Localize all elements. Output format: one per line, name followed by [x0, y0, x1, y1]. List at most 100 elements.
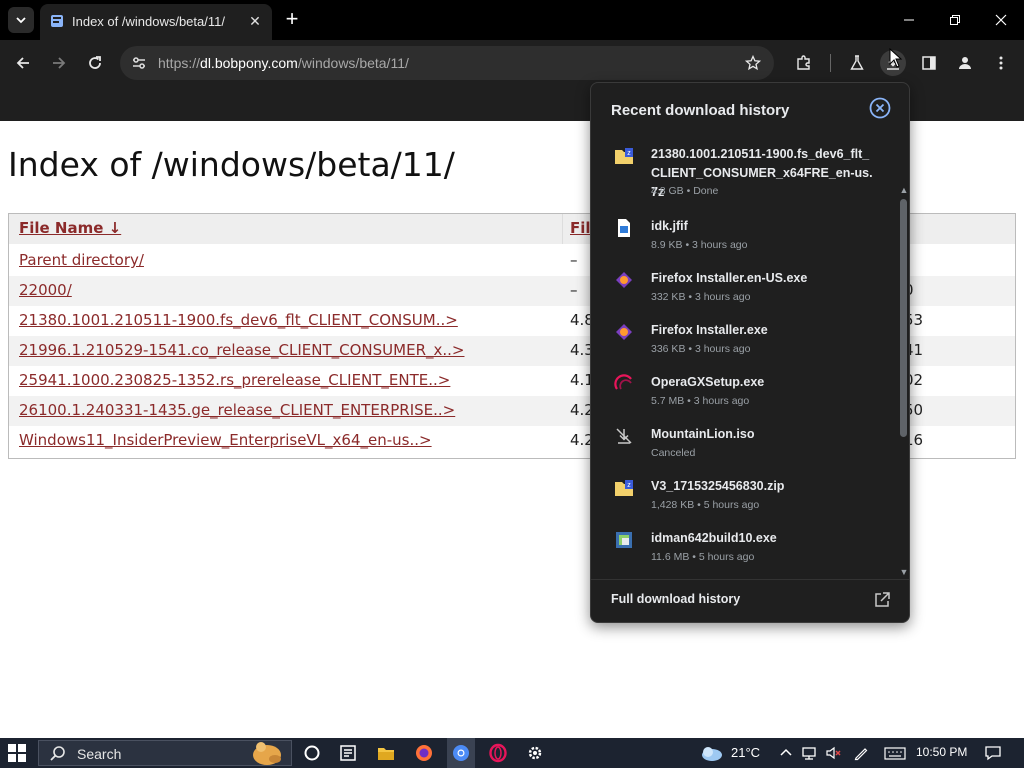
page-title: Index of /windows/beta/11/: [8, 145, 455, 184]
download-panel-title: Recent download history: [611, 102, 790, 119]
minimize-button[interactable]: [886, 6, 932, 34]
download-status: 8.9 KB • 3 hours ago: [651, 239, 748, 251]
taskbar-search-box[interactable]: Search: [38, 740, 292, 766]
column-header-file-size[interactable]: Fil: [570, 219, 591, 237]
chevron-down-icon: [16, 17, 26, 24]
download-item[interactable]: z 21380.1001.210511-1900.fs_dev6_flt_CLI…: [591, 141, 897, 199]
browser-toolbar: https://dl.bobpony.com/windows/beta/11/: [0, 40, 1024, 86]
toolbar-separator: [830, 54, 831, 72]
file-link[interactable]: 26100.1.240331-1435.ge_release_CLIENT_EN…: [19, 401, 455, 419]
tab-search-button[interactable]: [8, 7, 34, 33]
task-view-icon[interactable]: [302, 743, 322, 763]
download-status: 4.8 GB • Done: [651, 185, 719, 197]
download-item[interactable]: Firefox Installer.en-US.exe 332 KB • 3 h…: [591, 265, 897, 317]
menu-button[interactable]: [988, 50, 1014, 76]
chrome-icon[interactable]: [451, 743, 471, 763]
site-info-button[interactable]: [128, 52, 150, 74]
page-favicon-icon: [51, 15, 63, 27]
forward-button[interactable]: [44, 48, 74, 78]
scroll-thumb[interactable]: [900, 199, 907, 437]
download-item[interactable]: idman642build10.exe 11.6 MB • 5 hours ag…: [591, 525, 897, 577]
tab-close-icon[interactable]: ✕: [246, 12, 264, 30]
download-status: 5.7 MB • 3 hours ago: [651, 395, 750, 407]
column-header-file-name[interactable]: File Name ↓: [19, 219, 121, 237]
download-file-name: OperaGXSetup.exe: [651, 375, 765, 389]
scroll-up-arrow-icon[interactable]: ▲: [899, 185, 909, 195]
file-link[interactable]: Windows11_InsiderPreview_EnterpriseVL_x6…: [19, 431, 432, 449]
scroll-down-arrow-icon[interactable]: ▼: [899, 567, 909, 577]
weather-cloud-icon[interactable]: [698, 743, 724, 763]
file-link[interactable]: 22000/: [19, 281, 72, 299]
settings-gear-icon[interactable]: [525, 743, 545, 763]
extensions-button[interactable]: [791, 50, 817, 76]
firefox-icon[interactable]: [414, 743, 434, 763]
bookmark-star-button[interactable]: [742, 52, 764, 74]
firefox-installer-icon: [616, 272, 632, 288]
network-icon[interactable]: [801, 745, 817, 761]
opera-icon[interactable]: [488, 743, 508, 763]
download-file-name: idk.jfif: [651, 219, 688, 233]
restore-icon: [950, 15, 960, 25]
mouse-cursor-icon: [889, 48, 903, 68]
restore-button[interactable]: [932, 6, 978, 34]
close-icon: [995, 14, 1007, 26]
download-status: 332 KB • 3 hours ago: [651, 291, 751, 303]
file-link[interactable]: Parent directory/: [19, 251, 144, 269]
pen-icon[interactable]: [853, 745, 869, 761]
profile-button[interactable]: [952, 50, 978, 76]
file-link[interactable]: 25941.1000.230825-1352.rs_prerelease_CLI…: [19, 371, 450, 389]
more-vertical-icon: [999, 56, 1003, 70]
close-circle-icon[interactable]: [869, 97, 891, 119]
firefox-installer-icon: [616, 324, 632, 340]
back-button[interactable]: [8, 48, 38, 78]
widgets-icon[interactable]: [338, 743, 358, 763]
download-item[interactable]: OperaGXSetup.exe 5.7 MB • 3 hours ago: [591, 369, 897, 421]
person-icon: [959, 57, 971, 69]
file-link[interactable]: 21380.1001.210511-1900.fs_dev6_flt_CLIEN…: [19, 311, 458, 329]
star-icon: [745, 55, 761, 71]
download-file-name: Firefox Installer.en-US.exe: [651, 271, 808, 285]
arrow-right-icon: [53, 57, 66, 69]
new-tab-button[interactable]: +: [280, 8, 304, 32]
reload-button[interactable]: [80, 48, 110, 78]
archive-icon: z: [615, 148, 633, 164]
svg-text:z: z: [627, 150, 631, 157]
archive-icon: z: [615, 480, 633, 496]
close-window-button[interactable]: [978, 6, 1024, 34]
opera-gx-icon: [614, 374, 632, 390]
side-panel-button[interactable]: [916, 50, 942, 76]
active-tab[interactable]: Index of /windows/beta/11/ ✕: [40, 4, 272, 40]
download-list-scrollbar[interactable]: ▲ ▼: [897, 185, 909, 622]
download-list: z 21380.1001.210511-1900.fs_dev6_flt_CLI…: [591, 135, 909, 622]
windows-start-icon[interactable]: [8, 744, 26, 762]
full-download-history-link[interactable]: Full download history: [591, 579, 909, 622]
download-file-name: V3_1715325456830.zip: [651, 479, 785, 493]
url-host: dl.bobpony.com: [200, 55, 298, 71]
download-item[interactable]: Firefox Installer.exe 336 KB • 3 hours a…: [591, 317, 897, 369]
taskbar-clock[interactable]: 10:50 PM: [916, 745, 967, 759]
url-text: https://dl.bobpony.com/windows/beta/11/: [158, 55, 409, 71]
file-explorer-icon[interactable]: [376, 743, 396, 763]
file-size: –: [570, 281, 578, 299]
search-placeholder: Search: [77, 746, 122, 762]
download-status: Canceled: [651, 447, 696, 459]
keyboard-icon[interactable]: [884, 745, 906, 761]
download-item[interactable]: idk.jfif 8.9 KB • 3 hours ago: [591, 213, 897, 265]
download-status: 11.6 MB • 5 hours ago: [651, 551, 755, 563]
file-link[interactable]: 21996.1.210529-1541.co_release_CLIENT_CO…: [19, 341, 464, 359]
weather-temperature[interactable]: 21°C: [731, 745, 760, 760]
image-file-icon: [618, 219, 630, 237]
address-bar[interactable]: https://dl.bobpony.com/windows/beta/11/: [120, 46, 774, 80]
download-file-name: MountainLion.iso: [651, 427, 755, 441]
download-file-name: Firefox Installer.exe: [651, 323, 768, 337]
search-highlight-art-icon: [253, 742, 281, 765]
arrow-left-icon: [16, 57, 29, 69]
download-status: 1,428 KB • 5 hours ago: [651, 499, 760, 511]
labs-button[interactable]: [844, 50, 870, 76]
notifications-icon[interactable]: [984, 745, 1002, 761]
chevron-up-icon[interactable]: [778, 745, 794, 761]
download-item[interactable]: MountainLion.iso Canceled: [591, 421, 897, 473]
download-item[interactable]: z V3_1715325456830.zip 1,428 KB • 5 hour…: [591, 473, 897, 525]
volume-muted-icon[interactable]: [825, 745, 841, 761]
search-icon: [50, 746, 65, 761]
